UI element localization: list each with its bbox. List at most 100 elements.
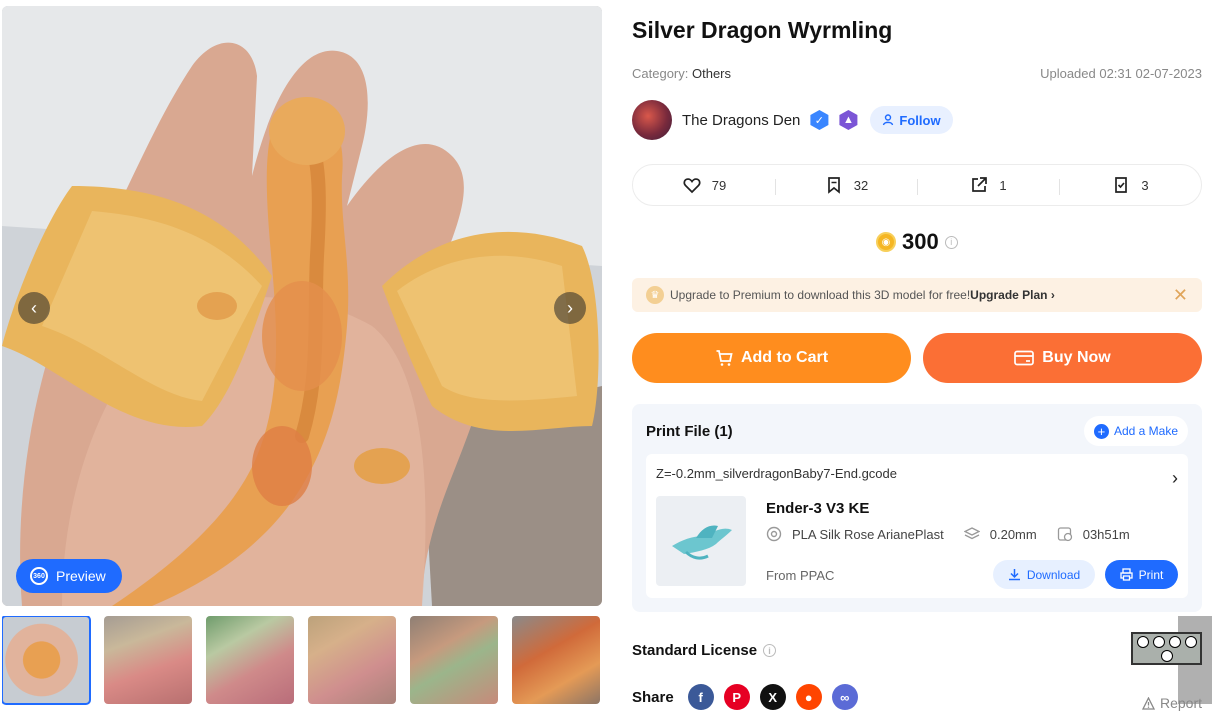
follow-label: Follow: [899, 112, 941, 128]
share-button[interactable]: 1: [917, 175, 1059, 195]
print-label: Print: [1138, 567, 1164, 582]
printer-name: Ender-3 V3 KE: [766, 500, 870, 517]
main-product-image[interactable]: ‹ › 360 Preview: [2, 6, 602, 606]
gallery-prev-button[interactable]: ‹: [18, 292, 50, 324]
gallery-next-button[interactable]: ›: [554, 292, 586, 324]
file-name: Z=-0.2mm_silverdragonBaby7-End.gcode: [656, 466, 897, 481]
thumbnail[interactable]: [2, 616, 91, 705]
license: Standard License i: [632, 642, 777, 659]
download-label: Download: [1026, 567, 1081, 582]
print-button[interactable]: Print: [1105, 560, 1178, 589]
product-title: Silver Dragon Wyrmling: [632, 17, 893, 43]
chevron-right-icon: ›: [567, 297, 573, 318]
upgrade-plan-label: Upgrade Plan: [970, 288, 1048, 302]
layer-height-spec: 0.20mm: [963, 526, 1037, 542]
print-file-card[interactable]: Z=-0.2mm_silverdragonBaby7-End.gcode › E…: [646, 454, 1188, 598]
share-row: Share f P X ● ∞: [632, 684, 858, 710]
makes-button[interactable]: 3: [1059, 175, 1201, 195]
add-to-cart-button[interactable]: Add to Cart: [632, 333, 911, 383]
preview-button[interactable]: 360 Preview: [16, 559, 122, 593]
info-icon[interactable]: i: [944, 235, 958, 249]
creative-commons-badge-icon[interactable]: [1131, 632, 1202, 665]
thumbnail[interactable]: [410, 616, 498, 704]
category: Category: Others: [632, 66, 731, 81]
crown-icon: ♛: [646, 286, 664, 304]
facebook-icon[interactable]: f: [687, 684, 714, 710]
download-button[interactable]: Download: [993, 560, 1095, 589]
avatar[interactable]: [632, 100, 672, 140]
chevron-right-icon[interactable]: ›: [1172, 468, 1178, 489]
reddit-icon[interactable]: ●: [795, 684, 822, 710]
download-icon: [1008, 569, 1020, 581]
thumbnail[interactable]: [104, 616, 192, 704]
file-preview-image: [656, 496, 746, 586]
upgrade-plan-link[interactable]: Upgrade Plan ›: [970, 288, 1055, 302]
shares-count: 1: [999, 177, 1007, 193]
report-label: Report: [1160, 695, 1203, 711]
price: ◉ 300 i: [876, 229, 958, 255]
print-file-title: Print File (1): [646, 423, 733, 440]
layers-icon: [963, 527, 980, 540]
close-icon[interactable]: ✕: [1173, 285, 1188, 306]
add-make-label: Add a Make: [1113, 424, 1178, 438]
like-button[interactable]: 79: [633, 175, 775, 195]
link-icon[interactable]: ∞: [831, 684, 858, 710]
category-label: Category:: [632, 66, 689, 81]
creator-row: The Dragons Den ✓ ▲ Follow: [632, 100, 953, 140]
thumbnail[interactable]: [512, 616, 600, 704]
print-specs: PLA Silk Rose ArianePlast 0.20mm 03h51m: [766, 526, 1150, 542]
filament-icon: [766, 526, 782, 542]
buy-now-label: Buy Now: [1042, 349, 1111, 366]
filament-spec: PLA Silk Rose ArianePlast: [766, 526, 944, 542]
warning-icon: [1142, 696, 1155, 710]
printer-icon: [1120, 568, 1133, 581]
makes-count: 3: [1141, 177, 1149, 193]
share-icons: f P X ● ∞: [687, 684, 858, 710]
heart-icon: [683, 178, 701, 194]
add-to-cart-label: Add to Cart: [740, 349, 829, 366]
thumbnail-strip: [2, 616, 602, 706]
price-value: 300: [902, 229, 939, 254]
preview-360-icon: 360: [30, 567, 48, 585]
collects-count: 32: [853, 177, 869, 193]
creator-name[interactable]: The Dragons Den: [682, 112, 800, 129]
card-icon: [1014, 350, 1035, 366]
verified-badge-icon: ✓: [810, 110, 829, 130]
print-time-spec: 03h51m: [1057, 526, 1130, 542]
user-icon: [883, 114, 894, 126]
premium-text: Upgrade to Premium to download this 3D m…: [670, 288, 971, 302]
follow-button[interactable]: Follow: [870, 106, 953, 134]
buy-now-button[interactable]: Buy Now: [923, 333, 1202, 383]
report-button[interactable]: Report: [1142, 695, 1202, 711]
clock-icon: [1057, 527, 1072, 542]
likes-count: 79: [711, 177, 727, 193]
print-time-value: 03h51m: [1082, 526, 1130, 542]
thumbnail[interactable]: [308, 616, 396, 704]
product-meta: Category: Others Uploaded 02:31 02-07-20…: [632, 66, 1202, 81]
layer-height-value: 0.20mm: [989, 526, 1037, 542]
thumbnail[interactable]: [206, 616, 294, 704]
level-badge-icon: ▲: [839, 110, 858, 130]
upload-date: Uploaded 02:31 02-07-2023: [1040, 66, 1202, 81]
makes-icon: [1115, 177, 1128, 193]
filament-value: PLA Silk Rose ArianePlast: [792, 526, 944, 542]
collect-button[interactable]: 32: [775, 175, 917, 195]
source-text: From PPAC: [766, 568, 835, 583]
category-value[interactable]: Others: [692, 66, 731, 81]
stats-bar: 79 32 1 3: [632, 164, 1202, 206]
coin-icon: ◉: [876, 232, 896, 252]
print-file-panel: Print File (1) + Add a Make Z=-0.2mm_sil…: [632, 404, 1202, 612]
share-label: Share: [632, 688, 674, 706]
bookmark-icon: [827, 177, 840, 194]
info-icon[interactable]: i: [763, 644, 777, 657]
chevron-left-icon: ‹: [31, 297, 37, 318]
cart-icon: [716, 350, 733, 366]
pinterest-icon[interactable]: P: [723, 684, 750, 710]
share-out-icon: [972, 177, 988, 192]
preview-label: Preview: [56, 568, 106, 584]
premium-banner: ♛ Upgrade to Premium to download this 3D…: [632, 278, 1202, 312]
license-label: Standard License: [632, 642, 758, 659]
x-icon[interactable]: X: [759, 684, 786, 710]
add-a-make-button[interactable]: + Add a Make: [1083, 416, 1188, 446]
dragon-photo: [2, 6, 602, 606]
